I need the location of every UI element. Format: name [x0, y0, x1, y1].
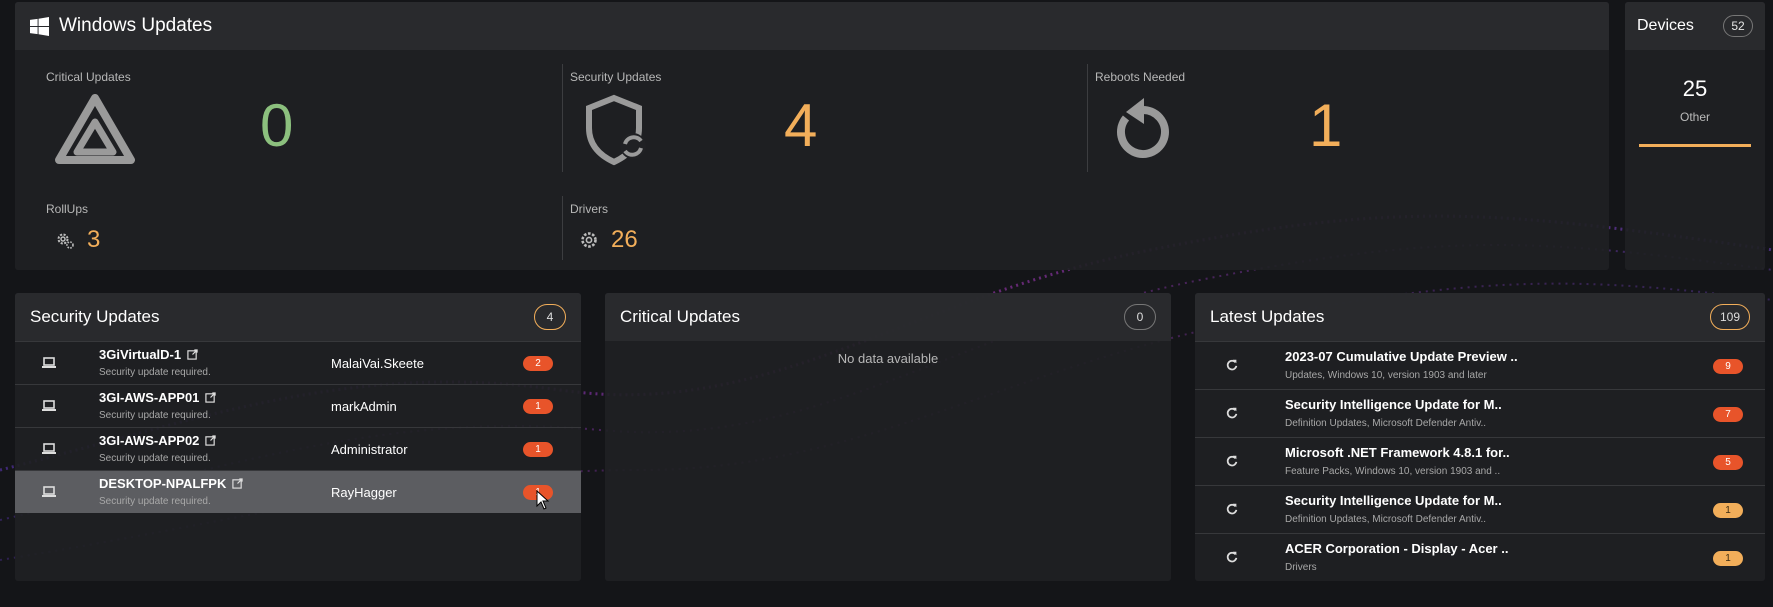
security-updates-stat[interactable]: Security Updates 4 [539, 64, 1059, 172]
critical-updates-label: Critical Updates [46, 70, 131, 84]
update-title: Security Intelligence Update for M.. [1285, 397, 1502, 412]
critical-updates-value: 0 [260, 92, 294, 159]
update-count-badge: 1 [523, 442, 553, 457]
reboots-needed-label: Reboots Needed [1095, 70, 1186, 84]
security-updates-header: Security Updates 4 [15, 293, 581, 341]
latest-updates-count-badge: 109 [1709, 304, 1750, 330]
update-title: 2023-07 Cumulative Update Preview .. [1285, 349, 1518, 364]
reboots-needed-stat[interactable]: Reboots Needed 1 [1064, 64, 1584, 172]
update-count-badge: 1 [523, 399, 553, 414]
gears-icon [57, 233, 74, 249]
external-link-icon[interactable] [205, 391, 217, 403]
refresh-icon [1225, 358, 1241, 374]
update-category: Updates, Windows 10, version 1903 and la… [1285, 370, 1487, 381]
rollups-stat[interactable]: RollUps 3 [15, 202, 315, 262]
drivers-value: 26 [611, 226, 638, 253]
device-user: Administrator [331, 442, 408, 457]
latest-update-row[interactable]: Security Intelligence Update for M.. Defi… [1195, 389, 1765, 437]
devices-count-badge: 52 [1723, 15, 1753, 37]
security-updates-panel: Security Updates 4 3GiVirtualD-1 Security… [15, 293, 581, 581]
refresh-icon [1225, 454, 1241, 470]
update-category: Definition Updates, Microsoft Defender A… [1285, 418, 1487, 429]
devices-title: Devices [1637, 17, 1694, 34]
drivers-stat[interactable]: Drivers 26 [539, 202, 839, 262]
device-user: markAdmin [331, 399, 397, 414]
laptop-icon [41, 398, 57, 414]
device-name-link[interactable]: 3GI-AWS-APP02 [99, 433, 217, 448]
device-user: MalaiVai.Skeete [331, 356, 424, 371]
device-status-text: Security update required. [99, 367, 211, 378]
update-count-badge: 9 [1713, 359, 1743, 374]
critical-updates-header: Critical Updates 0 [605, 293, 1171, 341]
warning-triangle-icon [55, 94, 135, 164]
latest-update-row[interactable]: 2023-07 Cumulative Update Preview .. Upda… [1195, 341, 1765, 389]
latest-update-row[interactable]: Security Intelligence Update for M.. Defi… [1195, 485, 1765, 533]
latest-updates-panel: Latest Updates 109 2023-07 Cumulative Up… [1195, 293, 1765, 581]
shield-sync-icon [586, 94, 646, 166]
update-count-badge: 2 [523, 356, 553, 371]
device-user: RayHagger [331, 485, 397, 500]
latest-update-row[interactable]: ACER Corporation - Display - Acer .. Driv… [1195, 533, 1765, 581]
update-title: Security Intelligence Update for M.. [1285, 493, 1502, 508]
devices-panel: Devices 52 25 Other [1625, 2, 1765, 270]
device-name-link[interactable]: DESKTOP-NPALFPK [99, 476, 244, 491]
laptop-icon [41, 441, 57, 457]
security-updates-count-badge: 4 [534, 304, 566, 330]
update-count-badge: 5 [1713, 455, 1743, 470]
critical-updates-count-badge: 0 [1124, 304, 1156, 330]
no-data-message: No data available [837, 351, 939, 366]
update-category: Feature Packs, Windows 10, version 1903 … [1285, 466, 1501, 477]
update-category: Definition Updates, Microsoft Defender A… [1285, 514, 1487, 525]
devices-other-bar [1639, 144, 1751, 147]
devices-header: Devices 52 [1625, 2, 1765, 50]
update-count-badge: 1 [1713, 551, 1743, 566]
device-status-text: Security update required. [99, 496, 211, 507]
external-link-icon[interactable] [187, 348, 198, 360]
refresh-icon [1225, 550, 1241, 566]
gear-icon [581, 232, 597, 248]
laptop-icon [41, 484, 57, 500]
external-link-icon[interactable] [205, 434, 217, 446]
refresh-icon [1225, 406, 1241, 422]
laptop-icon [41, 355, 57, 371]
drivers-label: Drivers [570, 202, 608, 216]
windows-updates-panel: Windows Updates Critical Updates 0 Secur… [15, 2, 1609, 270]
update-title: Microsoft .NET Framework 4.8.1 for.. [1285, 445, 1510, 460]
device-status-text: Security update required. [99, 410, 211, 421]
restart-icon [1117, 98, 1169, 158]
external-link-icon[interactable] [232, 477, 244, 489]
critical-updates-stat[interactable]: Critical Updates 0 [15, 64, 535, 172]
latest-updates-header: Latest Updates 109 [1195, 293, 1765, 341]
security-update-row[interactable]: 3GI-AWS-APP02 Security update required. Ad… [15, 427, 581, 470]
windows-updates-title: Windows Updates [59, 15, 213, 36]
refresh-icon [1225, 502, 1241, 518]
devices-other-count[interactable]: 25 [1625, 76, 1765, 102]
latest-update-row[interactable]: Microsoft .NET Framework 4.8.1 for.. Feat… [1195, 437, 1765, 485]
device-name-link[interactable]: 3GiVirtualD-1 [99, 347, 198, 362]
rollups-value: 3 [87, 226, 101, 253]
device-name-link[interactable]: 3GI-AWS-APP01 [99, 390, 217, 405]
rollups-label: RollUps [46, 202, 89, 216]
security-update-row[interactable]: DESKTOP-NPALFPK Security update required.… [15, 470, 581, 513]
windows-logo-icon [30, 16, 49, 36]
update-title: ACER Corporation - Display - Acer .. [1285, 541, 1509, 556]
critical-updates-panel: Critical Updates 0 No data available [605, 293, 1171, 581]
device-status-text: Security update required. [99, 453, 211, 464]
security-update-row[interactable]: 3GI-AWS-APP01 Security update required. ma… [15, 384, 581, 427]
security-updates-label: Security Updates [570, 70, 662, 84]
devices-other-label: Other [1679, 110, 1710, 124]
latest-updates-title: Latest Updates [1210, 307, 1325, 326]
security-update-row[interactable]: 3GiVirtualD-1 Security update required. Ma… [15, 341, 581, 384]
security-updates-value: 4 [784, 92, 818, 159]
windows-updates-header: Windows Updates [15, 2, 1609, 50]
critical-updates-title: Critical Updates [620, 307, 740, 326]
update-count-badge: 1 [1713, 503, 1743, 518]
update-count-badge: 7 [1713, 407, 1743, 422]
mouse-cursor-icon [536, 490, 550, 510]
update-category: Drivers [1285, 562, 1317, 573]
reboots-needed-value: 1 [1309, 92, 1343, 159]
security-updates-title: Security Updates [30, 307, 160, 326]
